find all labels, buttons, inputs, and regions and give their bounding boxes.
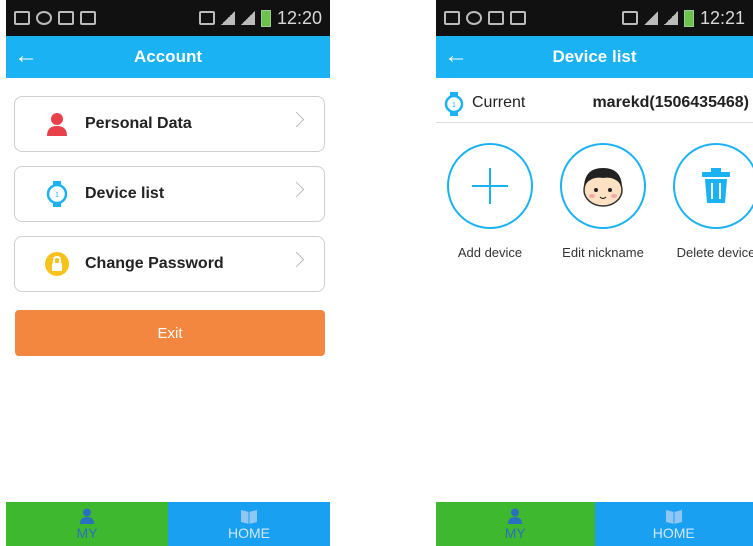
status-bar: 12:21 (436, 0, 753, 36)
trash-icon (673, 143, 753, 229)
face-icon (560, 143, 646, 229)
chevron-right-icon (288, 251, 305, 268)
download-icon (510, 11, 526, 25)
menu-item-personal-data[interactable]: Personal Data (14, 96, 325, 152)
tab-label: MY (76, 525, 98, 541)
bottom-tab-bar: MY HOME (6, 502, 330, 546)
tab-label: MY (504, 525, 526, 541)
tab-my[interactable]: MY (436, 502, 595, 546)
back-arrow-icon[interactable]: ← (14, 42, 38, 70)
book-icon (665, 507, 683, 525)
download-icon (80, 11, 96, 25)
action-label: Add device (457, 245, 523, 260)
add-device-button[interactable]: Add device (444, 143, 536, 260)
menu-item-label: Change Password (85, 255, 224, 272)
menu-item-change-password[interactable]: Change Password (14, 236, 325, 292)
status-bar: 12:20 (6, 0, 330, 36)
nfc-icon (621, 11, 638, 25)
book-icon (240, 507, 258, 525)
tab-home[interactable]: HOME (168, 502, 330, 546)
back-arrow-icon[interactable]: ← (444, 42, 468, 70)
menu-item-label: Personal Data (85, 115, 192, 132)
status-time: 12:20 (276, 7, 322, 28)
page-title: Account (134, 47, 202, 66)
tab-home[interactable]: HOME (594, 502, 753, 546)
tab-my[interactable]: MY (6, 502, 168, 546)
svg-text:1: 1 (452, 102, 456, 109)
action-label: Delete device (676, 245, 753, 260)
wifi-icon (220, 11, 235, 25)
menu-item-device-list[interactable]: 1 Device list (14, 166, 325, 222)
device-actions: Add device Edit nickname Delete device (436, 123, 753, 260)
person-icon (80, 507, 94, 525)
signal-icon (663, 11, 678, 25)
watch-icon: 1 (444, 92, 466, 116)
nfc-icon (198, 11, 215, 25)
wifi-icon (643, 11, 658, 25)
delete-device-button[interactable]: Delete device (670, 143, 753, 260)
signal-icon (240, 11, 255, 25)
status-icons-left (444, 11, 526, 25)
mail-icon (58, 11, 74, 25)
battery-icon (683, 9, 694, 27)
current-device-name: marekd(1506435468) (592, 94, 749, 111)
account-screen: 12:20 ← Account Personal Data 1 Device l… (6, 0, 330, 546)
bottom-tab-bar: MY HOME (436, 502, 753, 546)
watch-icon: 1 (45, 181, 69, 207)
gallery-icon (14, 11, 30, 25)
tab-label: HOME (652, 525, 695, 541)
action-label: Edit nickname (562, 245, 644, 260)
status-icons-left (14, 11, 96, 25)
chevron-right-icon (288, 111, 305, 128)
device-list-screen: 12:21 ← Device list 1 Current marekd(150… (436, 0, 753, 546)
chevron-right-icon (288, 181, 305, 198)
account-menu: Personal Data 1 Device list Change Passw… (6, 78, 330, 292)
page-title: Device list (552, 47, 637, 66)
tab-label: HOME (228, 525, 270, 541)
app-icon (36, 11, 52, 25)
lock-icon (45, 252, 69, 276)
battery-icon (260, 9, 271, 27)
current-label: Current (472, 94, 526, 111)
svg-text:1: 1 (55, 192, 59, 199)
status-icons-right: 12:20 (198, 7, 322, 29)
status-icons-right: 12:21 (621, 7, 745, 29)
title-bar: ← Device list (436, 36, 753, 78)
gallery-icon (444, 11, 460, 25)
title-bar: ← Account (6, 36, 330, 78)
mail-icon (488, 11, 504, 25)
current-device-row: 1 Current marekd(1506435468) (436, 84, 753, 123)
plus-icon (447, 143, 533, 229)
exit-button[interactable]: Exit (15, 310, 325, 356)
edit-nickname-button[interactable]: Edit nickname (557, 143, 649, 260)
status-time: 12:21 (699, 7, 745, 28)
person-icon (45, 112, 69, 136)
app-icon (466, 11, 482, 25)
person-icon (508, 507, 523, 525)
menu-item-label: Device list (85, 185, 165, 202)
